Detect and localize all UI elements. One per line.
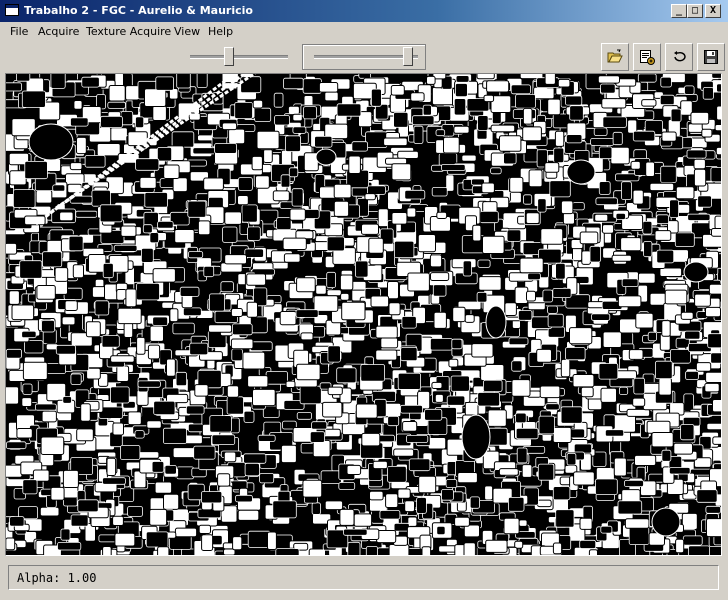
menu-texture-acquire[interactable]: Texture Acquire xyxy=(86,25,171,38)
export-button[interactable] xyxy=(633,43,661,71)
alpha-slider-track[interactable] xyxy=(190,55,288,59)
toolbar xyxy=(0,41,728,72)
open-file-button[interactable] xyxy=(601,43,629,71)
maximize-button[interactable]: □ xyxy=(687,4,703,18)
menu-acquire[interactable]: Acquire xyxy=(38,25,79,38)
close-button[interactable]: X xyxy=(705,4,721,18)
threshold-slider-thumb[interactable] xyxy=(402,47,413,66)
save-icon xyxy=(704,50,718,64)
alpha-slider-thumb[interactable] xyxy=(224,47,235,66)
undo-icon xyxy=(674,51,686,62)
title-bar[interactable]: Trabalho 2 - FGC - Aurelio & Mauricio _ … xyxy=(0,0,728,22)
menu-file[interactable]: File xyxy=(10,25,28,38)
save-button[interactable] xyxy=(697,43,725,71)
menu-view[interactable]: View xyxy=(174,25,200,38)
texture-image xyxy=(6,74,721,555)
status-bar: Alpha: 1.00 xyxy=(8,565,719,590)
export-image-icon xyxy=(640,50,655,65)
image-canvas[interactable] xyxy=(5,73,722,556)
menu-bar: File Acquire Texture Acquire View Help xyxy=(0,22,728,41)
window-icon xyxy=(5,4,19,16)
window-title: Trabalho 2 - FGC - Aurelio & Mauricio xyxy=(24,4,253,17)
menu-help[interactable]: Help xyxy=(208,25,233,38)
minimize-button[interactable]: _ xyxy=(671,4,687,18)
alpha-status: Alpha: 1.00 xyxy=(17,571,97,585)
undo-button[interactable] xyxy=(665,43,693,71)
folder-open-icon xyxy=(607,49,623,63)
